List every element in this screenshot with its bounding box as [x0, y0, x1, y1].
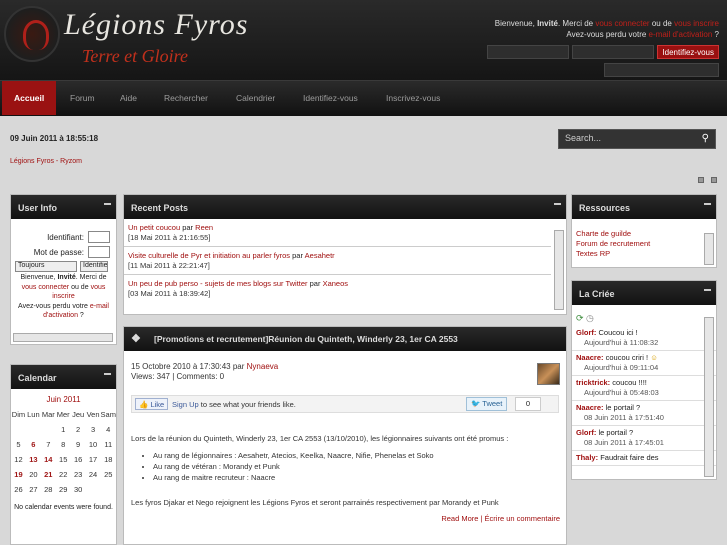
resource-link[interactable]: Textes RP	[572, 249, 716, 259]
nav-identifiez[interactable]: Identifiez-vous	[303, 81, 358, 115]
resources-title: Ressources	[579, 203, 631, 213]
calendar-grid: Dim Lun Mar Mer Jeu Ven Sam 1234 5 6 7 8 9 10 11 12 1…	[11, 410, 116, 494]
read-more-link[interactable]: Read More | Écrire un commentaire	[441, 514, 560, 523]
list-item: Un petit coucou par Reen [18 Mai 2011 à …	[124, 219, 551, 247]
calendar-title: Calendar	[18, 373, 57, 383]
like-button[interactable]: 👍 Like	[135, 398, 169, 410]
vertical-scrollbar[interactable]	[704, 317, 714, 477]
article-body: Lors de la réunion du Quinteth, Winderly…	[131, 433, 561, 508]
shout-message: tricktrick: coucou !!!! Aujourd'hui à 05:…	[572, 376, 716, 401]
header-login-form: Identifiez-vous	[487, 45, 719, 59]
vertical-scrollbar[interactable]	[704, 233, 714, 265]
nav-forum[interactable]: Forum	[70, 81, 95, 115]
header-register-link[interactable]: vous inscrire	[674, 19, 719, 28]
expand-all-icon[interactable]	[711, 177, 717, 183]
header-username-input[interactable]	[487, 45, 570, 59]
avatar[interactable]	[537, 363, 560, 385]
post-author[interactable]: Xaneos	[323, 279, 348, 288]
header-duration-select[interactable]	[604, 63, 719, 77]
login-button[interactable]: Identifiez-vous	[80, 261, 108, 272]
nav-rechercher[interactable]: Rechercher	[164, 81, 208, 115]
article-block: ❖ [Promotions et recrutement]Réunion du Q…	[123, 326, 567, 545]
collapse-icon[interactable]	[104, 373, 111, 378]
main-nav: Accueil Forum Aide Rechercher Calendrier…	[0, 80, 727, 116]
nav-aide[interactable]: Aide	[120, 81, 137, 115]
article-meta: 15 Octobre 2010 à 17:30:43 par Nynaeva V…	[131, 362, 279, 381]
current-date: 09 Juin 2011 à 18:55:18	[10, 134, 99, 143]
post-link[interactable]: Un peu de pub perso - sujets de mes blog…	[128, 279, 308, 288]
site-subtitle: Terre et Gloire	[82, 46, 188, 66]
article-author[interactable]: Nynaeva	[247, 362, 279, 371]
password-input[interactable]	[88, 246, 110, 258]
clock-icon[interactable]: ◷	[586, 313, 594, 323]
post-link[interactable]: Visite culturelle de Pyr et initiation a…	[128, 251, 290, 260]
nav-calendrier[interactable]: Calendrier	[236, 81, 275, 115]
header-activation-link[interactable]: e-mail d'activation	[649, 30, 713, 39]
smiley-icon: ☺	[650, 353, 658, 362]
user-info-text: Bienvenue, Invité. Merci de vous connect…	[18, 274, 109, 319]
search-input[interactable]: Search... ⚲	[558, 129, 716, 149]
refresh-icon[interactable]: ⟳ ◷	[572, 305, 716, 326]
search-icon[interactable]: ⚲	[702, 133, 709, 144]
signup-link[interactable]: Sign Up	[172, 400, 199, 409]
shout-message: Naacre: le portail ? 08 Juin 2011 à 17:51…	[572, 401, 716, 426]
horizontal-scrollbar[interactable]	[13, 333, 113, 342]
header-welcome: Bienvenue, Invité. Merci de vous connect…	[494, 19, 719, 39]
header-password-input[interactable]	[572, 45, 655, 59]
duration-select[interactable]: Toujours	[15, 261, 77, 272]
list-item: Visite culturelle de Pyr et initiation a…	[124, 247, 551, 275]
post-author[interactable]: Aesahetr	[305, 251, 335, 260]
username-input[interactable]	[88, 231, 110, 243]
nav-inscrivez[interactable]: Inscrivez-vous	[386, 81, 440, 115]
user-info-block: User Info Identifiant: Mot de passe: Tou…	[10, 194, 117, 345]
shoutbox-block: La Criée ⟳ ◷ Glorf: Coucou ici ! Aujourd'…	[571, 280, 717, 480]
collapse-all-icon[interactable]	[698, 177, 704, 183]
header-login-button[interactable]: Identifiez-vous	[657, 45, 719, 59]
collapse-icon[interactable]	[704, 203, 711, 208]
no-events-text: No calendar events were found.	[14, 504, 113, 511]
collapse-icon[interactable]	[704, 289, 711, 294]
recent-posts-block: Recent Posts Un petit coucou par Reen [1…	[123, 194, 567, 315]
shout-message: Thaly: Faudrait faire des	[572, 451, 716, 466]
tweet-button[interactable]: 🐦 Tweet	[466, 397, 508, 411]
post-author[interactable]: Reen	[195, 223, 213, 232]
news-icon: ❖	[131, 333, 141, 345]
resource-link[interactable]: Forum de recrutement	[572, 239, 716, 249]
guild-logo[interactable]	[4, 6, 60, 62]
site-header: Légions Fyros Terre et Gloire Bienvenue,…	[0, 0, 727, 80]
collapse-icon[interactable]	[104, 203, 111, 208]
resource-link[interactable]: Charte de guilde	[572, 229, 716, 239]
shout-message: Naacre: coucou criri ! ☺ Aujourd'hui à 09…	[572, 351, 716, 376]
article-title[interactable]: [Promotions et recrutement]Réunion du Qu…	[154, 334, 458, 344]
recent-posts-title: Recent Posts	[131, 203, 189, 213]
vertical-scrollbar[interactable]	[554, 230, 564, 310]
shout-message: Glorf: le portail ? 08 Juin 2011 à 17:45:…	[572, 426, 716, 451]
login-link[interactable]: vous connecter	[22, 284, 69, 291]
user-info-title: User Info	[18, 203, 58, 213]
breadcrumb[interactable]: Légions Fyros - Ryzom	[10, 158, 82, 165]
tweet-count: 0	[515, 397, 541, 411]
resources-block: Ressources Charte de guilde Forum de rec…	[571, 194, 717, 268]
collapse-icon[interactable]	[554, 203, 561, 208]
header-login-link[interactable]: vous connecter	[595, 19, 649, 28]
calendar-month[interactable]: Juin 2011	[11, 395, 116, 404]
post-link[interactable]: Un petit coucou	[128, 223, 180, 232]
calendar-block: Calendar Juin 2011 Dim Lun Mar Mer Jeu Ven Sam…	[10, 364, 117, 545]
site-title: Légions Fyros	[64, 8, 249, 41]
shoutbox-title: La Criée	[579, 289, 615, 299]
shout-message: Glorf: Coucou ici ! Aujourd'hui à 11:08:3…	[572, 326, 716, 351]
social-bar: 👍 Like Sign Up to see what your friends …	[131, 395, 559, 413]
nav-accueil[interactable]: Accueil	[2, 81, 57, 115]
list-item: Un peu de pub perso - sujets de mes blog…	[128, 279, 349, 298]
flame-icon	[23, 20, 49, 50]
